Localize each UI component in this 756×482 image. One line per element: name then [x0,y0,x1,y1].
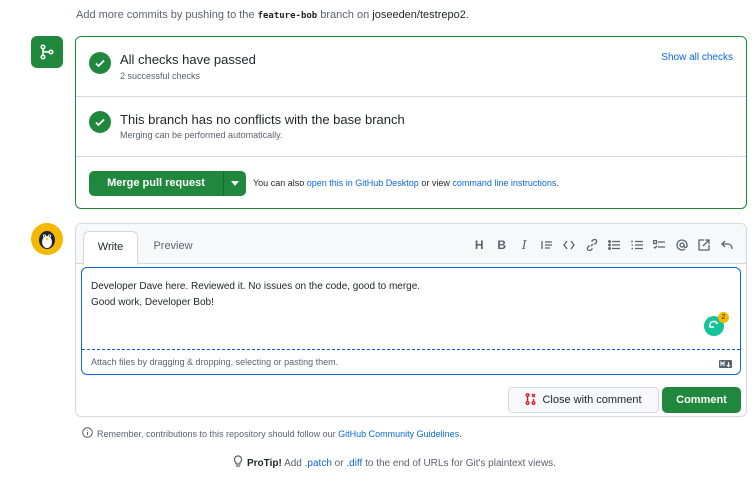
grammarly-count-badge: 2 [718,312,729,323]
tab-preview[interactable]: Preview [143,231,203,265]
no-conflicts-sub: Merging can be performed automatically. [120,130,283,140]
mention-icon[interactable] [671,237,694,253]
comment-textarea[interactable]: Developer Dave here. Reviewed it. No iss… [81,267,741,375]
quote-icon[interactable] [536,237,559,253]
github-desktop-link[interactable]: open this in GitHub Desktop [307,178,419,188]
no-conflicts-title: This branch has no conflicts with the ba… [120,112,405,127]
heading-icon[interactable]: H [468,237,491,253]
merge-box: All checks have passed 2 successful chec… [75,36,747,209]
attach-files-bar[interactable]: Attach files by dragging & dropping, sel… [82,349,740,374]
bold-icon[interactable]: B [491,237,514,253]
merge-help-text: You can also open this in GitHub Desktop… [253,178,559,188]
markdown-icon [719,357,732,371]
close-with-comment-button[interactable]: Close with comment [508,387,659,413]
tab-write[interactable]: Write [83,231,138,265]
italic-icon[interactable]: I [513,237,536,253]
checks-passed-sub: 2 successful checks [120,71,201,81]
repo-name: joseeden/testrepo2 [372,9,466,21]
comment-tabbar: Write Preview H B I [76,224,746,265]
merge-button-label[interactable]: Merge pull request [89,171,224,196]
chevron-down-icon[interactable] [224,171,246,196]
community-guidelines-note: Remember, contributions to this reposito… [82,427,462,440]
patch-link[interactable]: .patch [305,458,332,469]
ordered-list-icon[interactable] [626,237,649,253]
comment-text[interactable]: Developer Dave here. Reviewed it. No iss… [91,279,420,311]
link-icon[interactable] [581,237,604,253]
protip-label: ProTip! [247,457,282,469]
check-circle-icon [89,52,111,74]
attach-files-hint: Attach files by dragging & dropping, sel… [91,357,339,367]
community-guidelines-link[interactable]: GitHub Community Guidelines [338,429,459,439]
git-merge-icon [31,36,63,68]
push-commits-note: Add more commits by pushing to the featu… [76,9,469,21]
merge-pull-request-button[interactable]: Merge pull request [89,171,246,196]
markdown-toolbar: H B I [468,237,738,253]
light-bulb-icon [233,455,243,471]
command-line-link[interactable]: command line instructions [452,178,556,188]
comment-box: Write Preview H B I Developer Dave here.… [75,223,747,417]
merge-actions: Merge pull request You can also open thi… [76,157,746,209]
checks-passed-row: All checks have passed 2 successful chec… [76,37,746,97]
branch-name: feature-bob [257,11,318,21]
checks-passed-title: All checks have passed [120,52,256,67]
code-icon[interactable] [558,237,581,253]
info-icon [82,427,93,440]
diff-link[interactable]: .diff [346,458,362,469]
avatar[interactable] [31,223,63,255]
close-with-comment-label: Close with comment [542,394,642,406]
pull-request-closed-icon [525,392,536,408]
cross-reference-icon[interactable] [693,237,716,253]
protip-note: ProTip! Add .patch or .diff to the end o… [233,455,556,471]
no-conflicts-row: This branch has no conflicts with the ba… [76,97,746,157]
reply-icon[interactable] [716,237,739,253]
unordered-list-icon[interactable] [603,237,626,253]
task-list-icon[interactable] [648,237,671,253]
check-circle-icon [89,111,111,133]
comment-button[interactable]: Comment [662,387,741,413]
show-all-checks-link[interactable]: Show all checks [661,52,733,63]
